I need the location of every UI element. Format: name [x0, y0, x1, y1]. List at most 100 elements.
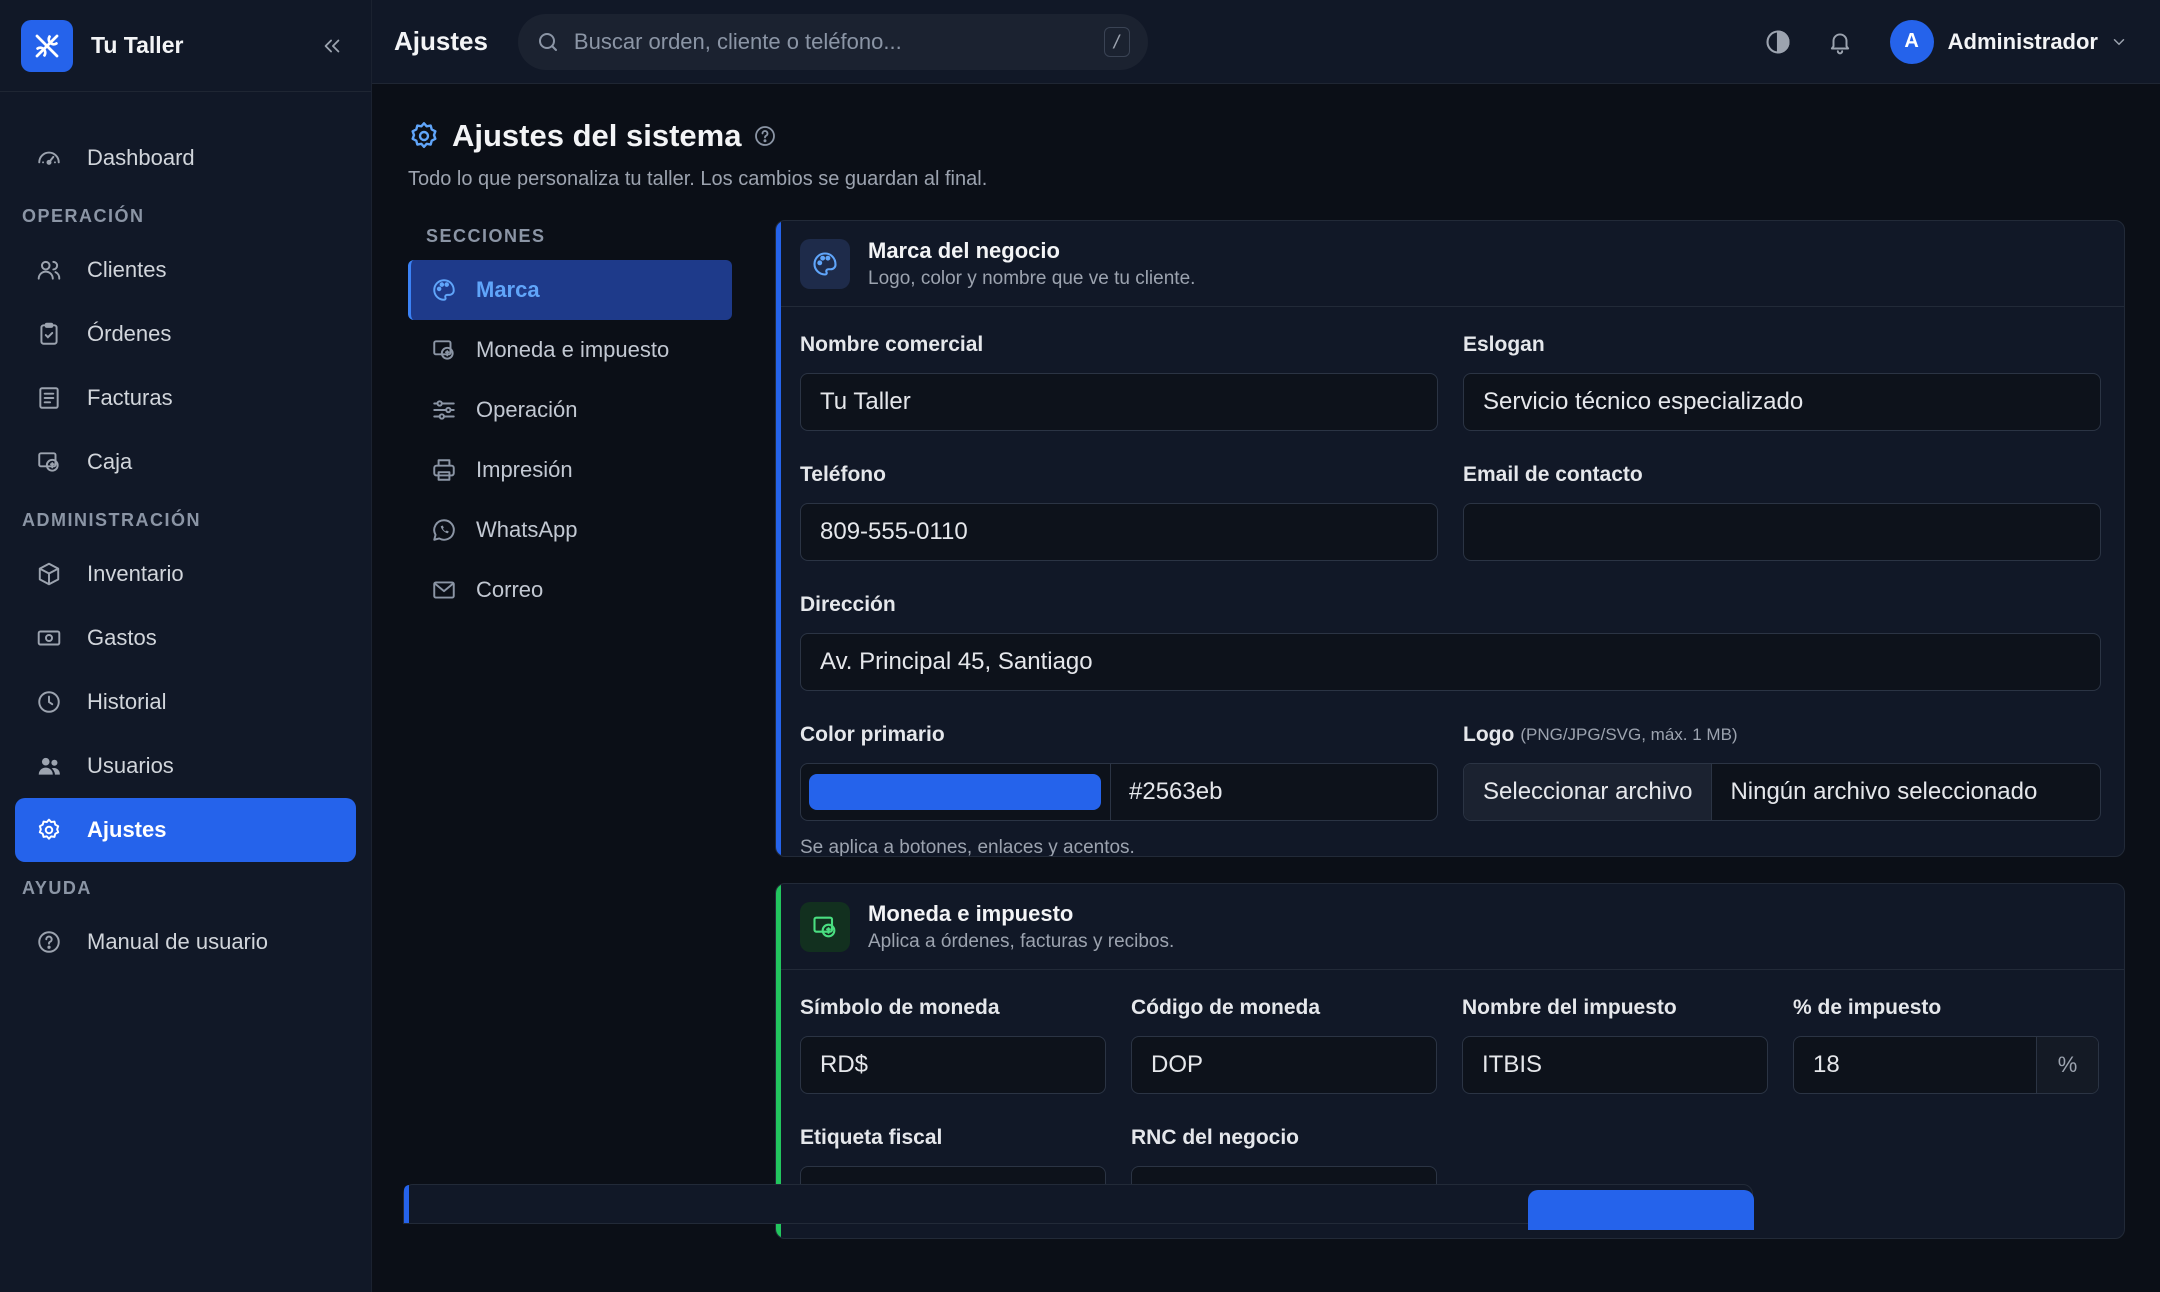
- search-icon: [536, 30, 560, 54]
- gear-icon: [35, 816, 63, 844]
- sidebar-item-manual[interactable]: Manual de usuario: [15, 910, 356, 974]
- section-label: Marca: [476, 277, 540, 302]
- gear-icon: [408, 120, 440, 152]
- tools-logo-icon[interactable]: [21, 19, 73, 72]
- sidebar: Tu Taller Dashboard OPERACIÓN Clientes Ó…: [0, 0, 372, 1292]
- field-label: RNC del negocio: [1131, 1126, 1300, 1149]
- gauge-icon: [35, 144, 63, 172]
- sections-title: SECCIONES: [426, 225, 546, 246]
- collapse-sidebar-icon[interactable]: [314, 28, 350, 64]
- cash-register-icon: [430, 336, 458, 364]
- sidebar-item-facturas[interactable]: Facturas: [15, 366, 356, 430]
- porcentaje-input-group: 18 %: [1793, 1036, 2099, 1094]
- field-codigo-moneda: Código de moneda DOP: [1131, 994, 1437, 1094]
- sidebar-item-usuarios[interactable]: Usuarios: [15, 734, 356, 798]
- page-header: Ajustes del sistema Todo lo que personal…: [408, 118, 987, 191]
- main-content: Ajustes del sistema Todo lo que personal…: [372, 84, 2160, 1292]
- sidebar-item-caja[interactable]: Caja: [15, 430, 356, 494]
- sidebar-item-clientes[interactable]: Clientes: [15, 238, 356, 302]
- codigo-moneda-input[interactable]: DOP: [1131, 1036, 1437, 1094]
- field-label: Teléfono: [800, 463, 886, 486]
- direccion-input[interactable]: Av. Principal 45, Santiago: [800, 633, 2101, 691]
- sidebar-item-label: Facturas: [87, 385, 173, 410]
- simbolo-moneda-input[interactable]: RD$: [800, 1036, 1106, 1094]
- user-group-icon: [35, 752, 63, 780]
- field-label: Nombre comercial: [800, 333, 984, 356]
- section-whatsapp[interactable]: WhatsApp: [408, 500, 732, 560]
- theme-toggle-icon[interactable]: [1758, 22, 1798, 62]
- sidebar-item-label: Clientes: [87, 257, 167, 282]
- field-label: Etiqueta fiscal: [800, 1126, 943, 1149]
- porcentaje-impuesto-input[interactable]: 18: [1794, 1037, 2036, 1093]
- cash-register-icon: [800, 901, 850, 952]
- mail-icon: [430, 576, 458, 604]
- page-subtitle: Todo lo que personaliza tu taller. Los c…: [408, 168, 988, 190]
- field-label: Símbolo de moneda: [800, 996, 1000, 1019]
- clock-icon: [35, 688, 63, 716]
- section-impresion[interactable]: Impresión: [408, 440, 732, 500]
- color-hex-input[interactable]: #2563eb: [1111, 764, 1437, 820]
- card-title: Marca del negocio: [868, 237, 1060, 263]
- section-label: Correo: [476, 577, 544, 602]
- avatar: A: [1889, 19, 1934, 64]
- sidebar-item-label: Historial: [87, 689, 167, 714]
- brand-card-header: Marca del negocio Logo, color y nombre q…: [776, 221, 2124, 307]
- field-label: Logo (PNG/JPG/SVG, máx. 1 MB): [1463, 721, 2101, 749]
- cash-register-icon: [35, 448, 63, 476]
- sidebar-item-historial[interactable]: Historial: [15, 670, 356, 734]
- telefono-input[interactable]: 809-555-0110: [800, 503, 1438, 561]
- clipboard-icon: [35, 320, 63, 348]
- field-porcentaje-impuesto: % de impuesto 18 %: [1793, 994, 2099, 1094]
- user-menu[interactable]: A Administrador: [1889, 19, 2128, 64]
- color-picker[interactable]: [801, 764, 1111, 820]
- sidebar-item-dashboard[interactable]: Dashboard: [15, 126, 356, 190]
- field-label: Eslogan: [1463, 333, 1545, 356]
- bell-icon[interactable]: [1820, 22, 1860, 62]
- field-label: Email de contacto: [1463, 463, 1643, 486]
- sidebar-item-ajustes[interactable]: Ajustes: [15, 798, 356, 862]
- section-label: Operación: [476, 397, 578, 422]
- chevron-down-icon: [2110, 33, 2128, 51]
- section-label: Impresión: [476, 457, 573, 482]
- sidebar-item-label: Gastos: [87, 625, 157, 650]
- sidebar-item-inventario[interactable]: Inventario: [15, 542, 356, 606]
- sidebar-item-ordenes[interactable]: Órdenes: [15, 302, 356, 366]
- field-label: Código de moneda: [1131, 996, 1320, 1019]
- search-box[interactable]: /: [517, 13, 1148, 70]
- color-help-text: Se aplica a botones, enlaces y acentos.: [800, 837, 1135, 857]
- field-email: Email de contacto: [1463, 461, 2101, 561]
- file-status: Ningún archivo seleccionado: [1730, 778, 2038, 805]
- section-marca[interactable]: Marca: [408, 260, 732, 320]
- help-icon[interactable]: [753, 124, 777, 148]
- section-label: Moneda e impuesto: [476, 337, 670, 362]
- search-input[interactable]: [573, 28, 1104, 55]
- section-operacion[interactable]: Operación: [408, 380, 732, 440]
- logo-label: Logo: [1463, 723, 1515, 746]
- field-eslogan: Eslogan Servicio técnico especializado: [1463, 331, 2101, 431]
- topbar-page-title: Ajustes: [394, 26, 488, 56]
- sidebar-item-label: Usuarios: [87, 753, 174, 778]
- card-subtitle: Aplica a órdenes, facturas y recibos.: [868, 930, 1175, 952]
- logo-hint: (PNG/JPG/SVG, máx. 1 MB): [1520, 725, 1738, 744]
- eslogan-input[interactable]: Servicio técnico especializado: [1463, 373, 2101, 431]
- sidebar-item-gastos[interactable]: Gastos: [15, 606, 356, 670]
- select-file-button[interactable]: Seleccionar archivo: [1464, 764, 1713, 820]
- email-input[interactable]: [1463, 503, 2101, 561]
- sidebar-item-label: Ajustes: [87, 817, 167, 842]
- palette-icon: [430, 276, 458, 304]
- search-shortcut: /: [1103, 26, 1130, 57]
- sidebar-item-label: Caja: [87, 449, 133, 474]
- users-icon: [35, 256, 63, 284]
- brand-card: Marca del negocio Logo, color y nombre q…: [775, 220, 2125, 857]
- field-label: Color primario: [800, 723, 945, 746]
- field-simbolo-moneda: Símbolo de moneda RD$: [800, 994, 1106, 1094]
- invoice-icon: [35, 384, 63, 412]
- field-color-primario: Color primario #2563eb Se aplica a boton…: [800, 721, 1438, 857]
- section-moneda[interactable]: Moneda e impuesto: [408, 320, 732, 380]
- save-button[interactable]: [1528, 1190, 1754, 1230]
- sidebar-item-label: Inventario: [87, 561, 184, 586]
- section-correo[interactable]: Correo: [408, 560, 732, 620]
- field-label: Dirección: [800, 593, 896, 616]
- nombre-impuesto-input[interactable]: ITBIS: [1462, 1036, 1768, 1094]
- nombre-comercial-input[interactable]: Tu Taller: [800, 373, 1438, 431]
